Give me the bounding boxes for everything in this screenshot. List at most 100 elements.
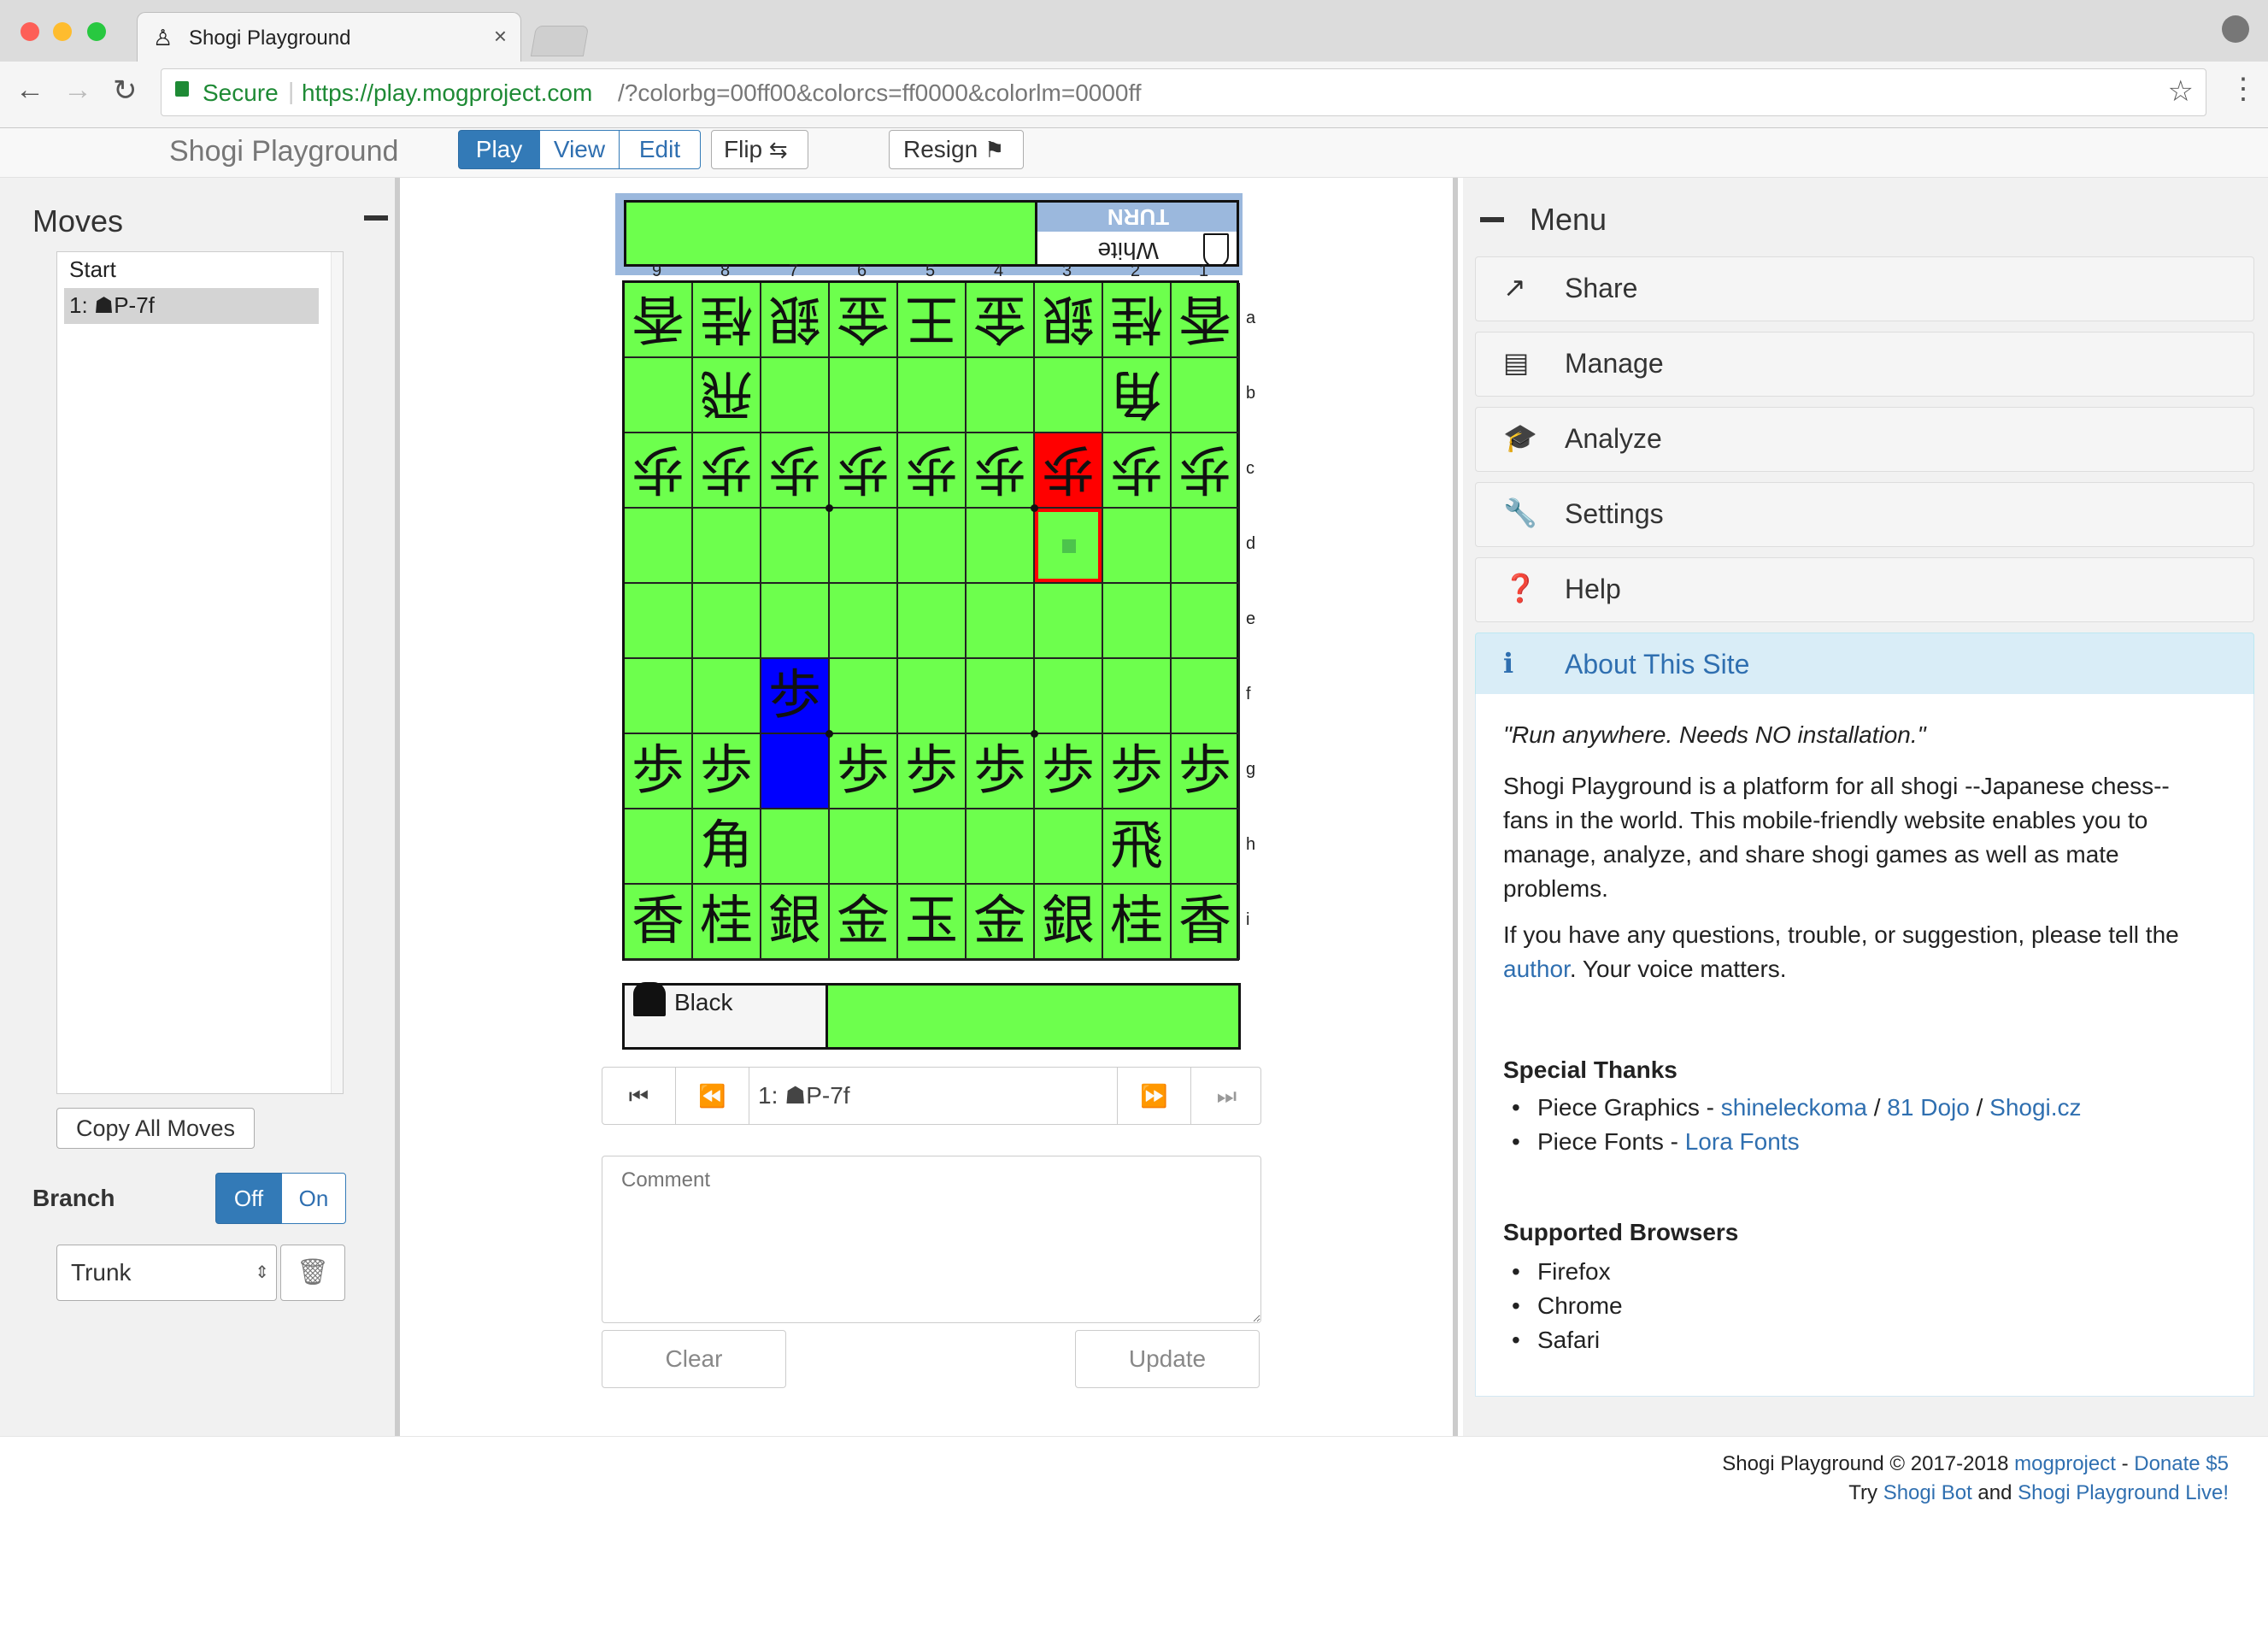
board-square-2i[interactable]: 桂 — [1103, 885, 1172, 960]
shogi-piece[interactable]: 角 — [1110, 358, 1163, 430]
board-square-9h[interactable] — [625, 809, 693, 885]
shogi-piece[interactable]: 角 — [700, 809, 753, 881]
board-square-7g[interactable] — [761, 734, 830, 809]
board-square-9a[interactable]: 香 — [625, 283, 693, 358]
shogi-piece[interactable]: 歩 — [1042, 433, 1095, 505]
board-square-6i[interactable]: 金 — [830, 885, 898, 960]
board-square-3f[interactable] — [1035, 659, 1103, 734]
shogi-piece[interactable]: 歩 — [905, 433, 958, 505]
board-square-6h[interactable] — [830, 809, 898, 885]
board-square-2b[interactable]: 角 — [1103, 358, 1172, 433]
mode-edit-button[interactable]: Edit — [619, 130, 701, 169]
shogi-piece[interactable]: 歩 — [632, 734, 685, 806]
clear-button[interactable]: Clear — [602, 1330, 786, 1388]
board-square-1a[interactable]: 香 — [1172, 283, 1240, 358]
menu-about[interactable]: ℹ About This Site — [1475, 633, 2254, 697]
board-square-1c[interactable]: 歩 — [1172, 433, 1240, 509]
board-square-8e[interactable] — [693, 584, 761, 659]
menu-manage[interactable]: ▤ Manage — [1475, 332, 2254, 397]
tab-close-icon[interactable]: × — [494, 23, 507, 50]
board-square-7i[interactable]: 銀 — [761, 885, 830, 960]
board-square-9d[interactable] — [625, 509, 693, 584]
shogi-piece[interactable]: 香 — [1178, 885, 1231, 956]
bookmark-star-icon[interactable]: ☆ — [2168, 74, 2194, 109]
shogi-piece[interactable]: 金 — [837, 885, 890, 956]
trash-icon[interactable]: 🗑 — [280, 1245, 345, 1301]
shogi-piece[interactable]: 歩 — [1178, 734, 1231, 806]
board-square-3d[interactable] — [1035, 509, 1103, 584]
mode-play-button[interactable]: Play — [458, 130, 540, 169]
board-square-2g[interactable]: 歩 — [1103, 734, 1172, 809]
comment-textarea[interactable] — [602, 1156, 1261, 1323]
branch-off-button[interactable]: Off — [215, 1173, 282, 1224]
shogi-piece[interactable]: 歩 — [905, 734, 958, 806]
browser-menu-icon[interactable]: ⋮ — [2229, 72, 2258, 106]
board-square-5g[interactable]: 歩 — [898, 734, 967, 809]
last-move-icon[interactable]: ⏭ — [1190, 1068, 1262, 1124]
branch-select[interactable]: Trunk ⇕ — [56, 1245, 277, 1301]
board-square-4g[interactable]: 歩 — [967, 734, 1035, 809]
board-square-4d[interactable] — [967, 509, 1035, 584]
shogi-piece[interactable]: 桂 — [700, 283, 753, 355]
shogi-piece[interactable]: 銀 — [1042, 283, 1095, 355]
collapse-moves-icon[interactable] — [364, 215, 388, 221]
prev-move-icon[interactable]: ⏪ — [676, 1068, 749, 1124]
board-square-4f[interactable] — [967, 659, 1035, 734]
black-hand-pieces[interactable] — [828, 986, 1238, 1047]
menu-share[interactable]: ↗ Share — [1475, 256, 2254, 321]
board-square-5i[interactable]: 玉 — [898, 885, 967, 960]
current-move-display[interactable]: 1: ☗P-7f — [749, 1068, 1117, 1124]
shogi-piece[interactable]: 香 — [632, 283, 685, 355]
board-square-3b[interactable] — [1035, 358, 1103, 433]
board-square-9e[interactable] — [625, 584, 693, 659]
board-square-1h[interactable] — [1172, 809, 1240, 885]
board-square-4h[interactable] — [967, 809, 1035, 885]
browser-tab[interactable]: ♙ Shogi Playground × — [137, 12, 521, 63]
shogi-piece[interactable]: 銀 — [768, 283, 821, 355]
board-square-2c[interactable]: 歩 — [1103, 433, 1172, 509]
shogi-piece[interactable]: 桂 — [700, 885, 753, 956]
shogi-piece[interactable]: 歩 — [1110, 433, 1163, 505]
shogi-piece[interactable]: 飛 — [700, 358, 753, 430]
flip-button[interactable]: Flip ⇆ — [711, 130, 808, 169]
board-square-9g[interactable]: 歩 — [625, 734, 693, 809]
shogicz-link[interactable]: Shogi.cz — [1989, 1094, 2081, 1121]
shogi-piece[interactable]: 銀 — [768, 885, 821, 956]
shogi-piece[interactable]: 歩 — [973, 734, 1026, 806]
mogproject-link[interactable]: mogproject — [2014, 1452, 2116, 1475]
board-square-3i[interactable]: 銀 — [1035, 885, 1103, 960]
board-square-9i[interactable]: 香 — [625, 885, 693, 960]
board-square-6a[interactable]: 金 — [830, 283, 898, 358]
board-square-1f[interactable] — [1172, 659, 1240, 734]
board-square-8a[interactable]: 桂 — [693, 283, 761, 358]
address-bar[interactable]: Secure | https://play.mogproject.com /?c… — [161, 68, 2206, 116]
moves-scrollbar[interactable] — [331, 252, 343, 1093]
board-square-7d[interactable] — [761, 509, 830, 584]
board-square-1d[interactable] — [1172, 509, 1240, 584]
menu-help[interactable]: ❓ Help — [1475, 557, 2254, 622]
dojo-link[interactable]: 81 Dojo — [1887, 1094, 1970, 1121]
shogi-piece[interactable]: 桂 — [1110, 283, 1163, 355]
menu-settings[interactable]: 🔧 Settings — [1475, 482, 2254, 547]
author-link[interactable]: author — [1503, 956, 1570, 982]
close-window-button[interactable] — [21, 22, 39, 41]
minimize-window-button[interactable] — [53, 22, 72, 41]
reload-icon[interactable]: ↻ — [113, 74, 138, 108]
shogi-piece[interactable]: 香 — [632, 885, 685, 956]
board-square-7f[interactable]: 歩 — [761, 659, 830, 734]
forward-icon[interactable]: → — [63, 74, 92, 107]
branch-on-button[interactable]: On — [281, 1173, 346, 1224]
first-move-icon[interactable]: ⏮ — [602, 1068, 676, 1124]
board-square-5f[interactable] — [898, 659, 967, 734]
board-square-9f[interactable] — [625, 659, 693, 734]
board-square-6b[interactable] — [830, 358, 898, 433]
shogi-piece[interactable]: 歩 — [973, 433, 1026, 505]
shogi-piece[interactable]: 歩 — [768, 433, 821, 505]
board-square-6d[interactable] — [830, 509, 898, 584]
board-square-5c[interactable]: 歩 — [898, 433, 967, 509]
board-square-3g[interactable]: 歩 — [1035, 734, 1103, 809]
shogi-piece[interactable]: 金 — [837, 283, 890, 355]
board-square-8i[interactable]: 桂 — [693, 885, 761, 960]
board-square-8b[interactable]: 飛 — [693, 358, 761, 433]
board-square-5b[interactable] — [898, 358, 967, 433]
